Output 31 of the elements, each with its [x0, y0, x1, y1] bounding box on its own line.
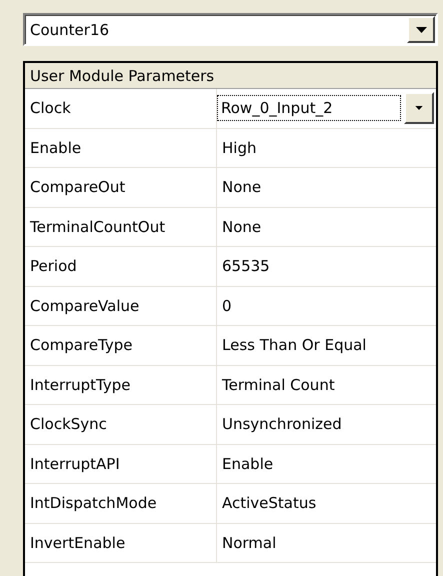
parameter-name: ClockSync [30, 415, 107, 434]
parameter-name: InterruptType [30, 376, 130, 394]
parameter-name: Enable [30, 138, 82, 157]
parameter-value[interactable]: Unsynchronized [222, 415, 342, 434]
parameter-value[interactable]: Terminal Count [222, 376, 335, 394]
parameter-name: InvertEnable [30, 534, 126, 552]
parameter-value[interactable]: ActiveStatus [222, 494, 316, 512]
parameter-value[interactable]: None [222, 218, 262, 236]
caret-icon [416, 26, 426, 32]
parameter-value[interactable]: 65535 [222, 257, 270, 276]
parameter-value[interactable]: None [222, 178, 262, 196]
parameter-name: CompareValue [30, 296, 140, 315]
parameter-value[interactable]: High [222, 138, 256, 157]
parameter-value[interactable]: Normal [222, 534, 276, 552]
module-dropdown[interactable]: Counter16 [23, 13, 438, 46]
parameter-name: IntDispatchMode [30, 494, 157, 512]
parameter-value[interactable]: Enable [222, 454, 274, 473]
parameter-value[interactable]: 0 [222, 296, 232, 315]
dropdown-button[interactable] [407, 16, 435, 43]
module-value: Counter16 [29, 20, 110, 38]
parameter-name: CompareType [30, 336, 132, 354]
parameter-name: InterruptAPI [30, 454, 120, 473]
parameter-name: CompareOut [30, 178, 126, 196]
section-header: User Module Parameters [30, 66, 214, 84]
dropdown-button[interactable] [404, 92, 434, 124]
parameter-name: Period [30, 257, 77, 276]
parameter-name: TerminalCountOut [30, 218, 166, 236]
parameter-name: Clock [30, 99, 71, 118]
parameter-value-dropdown[interactable]: Row_0_Input_2 [218, 96, 400, 120]
parameter-value[interactable]: Less Than Or Equal [222, 336, 366, 354]
caret-icon [415, 106, 423, 110]
